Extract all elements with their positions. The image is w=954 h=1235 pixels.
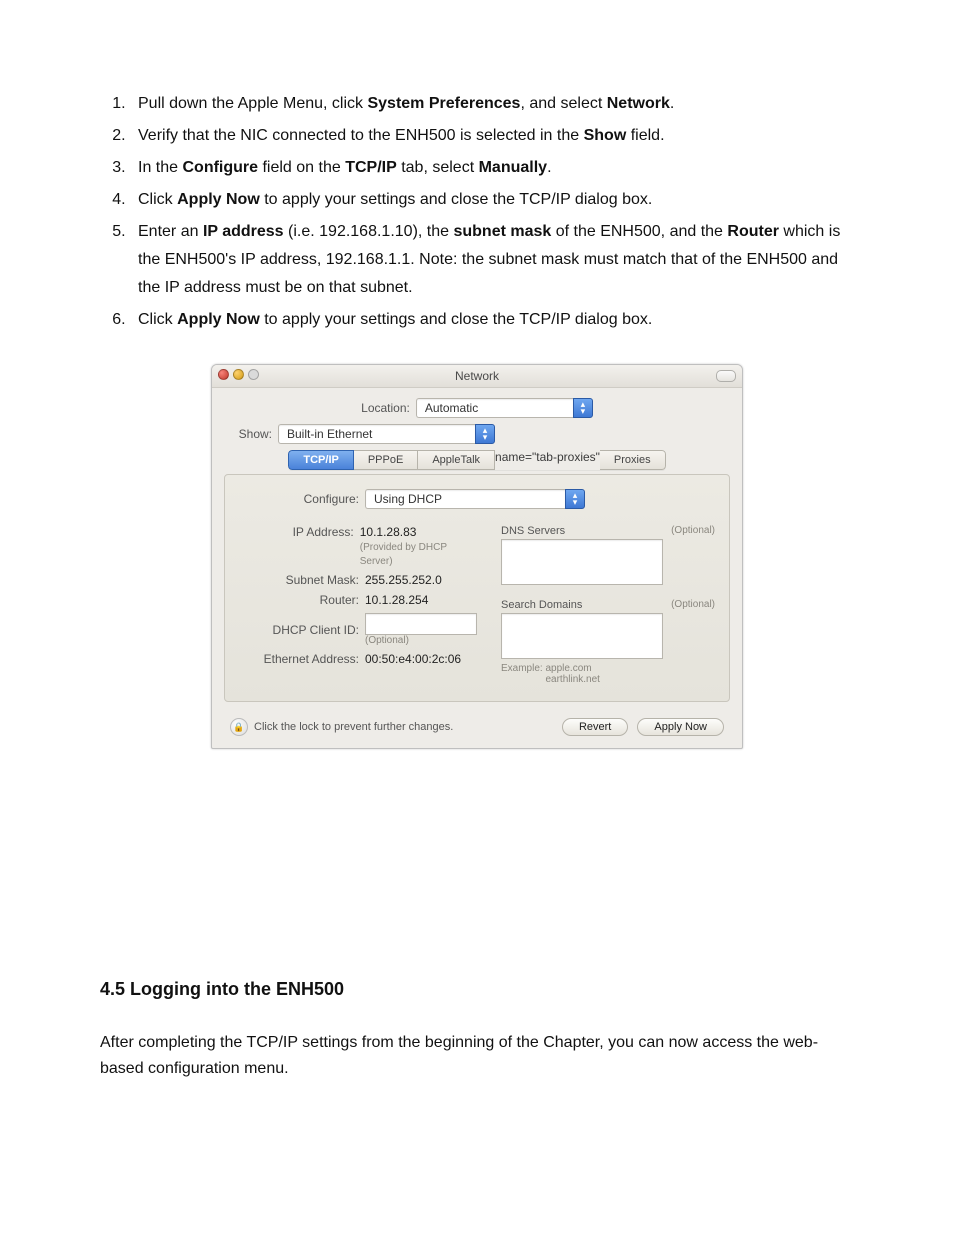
toolbar-toggle-icon[interactable] <box>716 370 736 382</box>
mask-label: Subnet Mask: <box>239 573 365 587</box>
tabgroup: TCP/IP PPPoE AppleTalk name="tab-proxies… <box>288 450 665 470</box>
show-value: Built-in Ethernet <box>278 424 475 444</box>
chevron-updown-icon <box>475 424 495 444</box>
window-titlebar: Network <box>212 365 742 388</box>
location-select[interactable]: Automatic <box>416 398 593 418</box>
revert-button[interactable]: Revert <box>562 718 628 736</box>
example-line2: earthlink.net <box>545 674 599 685</box>
search-domains-input[interactable] <box>501 613 663 659</box>
show-label: Show: <box>224 427 278 441</box>
section-body: After completing the TCP/IP settings fro… <box>100 1030 854 1081</box>
apply-now-button[interactable]: Apply Now <box>637 718 724 736</box>
network-window: Network Location: Automatic Show: Built-… <box>211 364 743 749</box>
dhcp-label: DHCP Client ID: <box>239 623 365 637</box>
tcpip-panel: Configure: Using DHCP IP Address: <box>224 474 730 702</box>
ip-label: IP Address: <box>239 525 360 567</box>
dns-optional: (Optional) <box>671 525 715 536</box>
instructions-list: Pull down the Apple Menu, click System P… <box>100 90 854 334</box>
lock-icon[interactable]: 🔒 <box>230 718 248 736</box>
close-icon[interactable] <box>218 369 229 380</box>
router-value: 10.1.28.254 <box>365 593 428 607</box>
configure-select[interactable]: Using DHCP <box>365 489 585 509</box>
zoom-icon[interactable] <box>248 369 259 380</box>
minimize-icon[interactable] <box>233 369 244 380</box>
chevron-updown-icon <box>573 398 593 418</box>
ip-value: 10.1.28.83 <box>360 525 417 539</box>
instruction-item: Pull down the Apple Menu, click System P… <box>130 90 854 118</box>
example-line1: apple.com <box>545 663 591 674</box>
instruction-item: Verify that the NIC connected to the ENH… <box>130 122 854 150</box>
location-label: Location: <box>361 401 416 415</box>
dhcp-sub: (Optional) <box>365 635 477 646</box>
location-value: Automatic <box>416 398 573 418</box>
tab-pppoe[interactable]: PPPoE <box>354 450 418 470</box>
search-domains-optional: (Optional) <box>671 599 715 610</box>
dhcp-client-id-input[interactable] <box>365 613 477 635</box>
tab-proxies[interactable]: Proxies <box>600 450 666 470</box>
chevron-updown-icon <box>565 489 585 509</box>
example-label: Example: <box>501 663 543 674</box>
configure-value: Using DHCP <box>365 489 565 509</box>
tab-appletalk[interactable]: AppleTalk <box>418 450 495 470</box>
ip-sub: (Provided by DHCP Server) <box>360 542 447 567</box>
tab-tcpip[interactable]: TCP/IP <box>288 450 353 470</box>
instruction-item: Click Apply Now to apply your settings a… <box>130 306 854 334</box>
router-label: Router: <box>239 593 365 607</box>
dns-servers-input[interactable] <box>501 539 663 585</box>
configure-label: Configure: <box>239 492 365 506</box>
search-domains-label: Search Domains <box>501 599 582 611</box>
section-title: 4.5 Logging into the ENH500 <box>100 979 854 1000</box>
mask-value: 255.255.252.0 <box>365 573 442 587</box>
window-title: Network <box>455 369 499 383</box>
instruction-item: In the Configure field on the TCP/IP tab… <box>130 154 854 182</box>
lock-text: Click the lock to prevent further change… <box>254 721 453 733</box>
instruction-item: Click Apply Now to apply your settings a… <box>130 186 854 214</box>
dns-label: DNS Servers <box>501 525 565 537</box>
eth-value: 00:50:e4:00:2c:06 <box>365 652 461 666</box>
eth-label: Ethernet Address: <box>239 652 365 666</box>
show-select[interactable]: Built-in Ethernet <box>278 424 495 444</box>
instruction-item: Enter an IP address (i.e. 192.168.1.10),… <box>130 218 854 302</box>
